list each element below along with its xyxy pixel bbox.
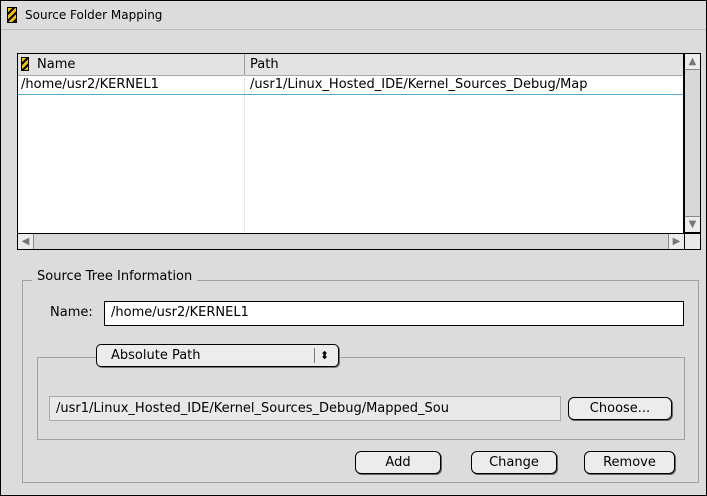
table-row[interactable]: /home/usr2/KERNEL1 /usr1/Linux_Hosted_ID… xyxy=(18,76,683,95)
row-name-cell: /home/usr2/KERNEL1 xyxy=(21,77,159,92)
name-input[interactable]: /home/usr2/KERNEL1 xyxy=(104,301,684,326)
source-tree-group-label: Source Tree Information xyxy=(32,269,198,284)
column-header-path[interactable]: Path xyxy=(250,57,279,72)
horizontal-scrollbar[interactable]: ◀ ▶ xyxy=(17,233,685,250)
title-bar[interactable]: Source Folder Mapping xyxy=(1,1,706,30)
choose-button[interactable]: Choose... xyxy=(568,397,672,420)
table-header: Name Path xyxy=(18,54,683,76)
path-type-value: Absolute Path xyxy=(111,348,201,363)
scroll-left-arrow-icon[interactable]: ◀ xyxy=(18,234,34,249)
vertical-scrollbar[interactable]: ▲ ▼ xyxy=(684,53,701,233)
scroll-down-arrow-icon[interactable]: ▼ xyxy=(685,216,700,232)
column-divider[interactable] xyxy=(244,54,245,75)
name-field-label: Name: xyxy=(50,305,93,320)
add-button[interactable]: Add xyxy=(355,451,441,474)
row-path-cell: /usr1/Linux_Hosted_IDE/Kernel_Sources_De… xyxy=(250,77,588,92)
scroll-up-arrow-icon[interactable]: ▲ xyxy=(685,54,700,70)
scroll-right-arrow-icon[interactable]: ▶ xyxy=(668,234,684,249)
path-display-field: /usr1/Linux_Hosted_IDE/Kernel_Sources_De… xyxy=(49,396,561,421)
column-divider-line xyxy=(244,75,245,233)
source-folder-mapping-window: Source Folder Mapping Name Path /home/us… xyxy=(0,0,707,496)
window-title: Source Folder Mapping xyxy=(25,8,163,22)
mapping-table: Name Path /home/usr2/KERNEL1 /usr1/Linux… xyxy=(17,53,684,249)
grip-icon xyxy=(7,7,17,23)
updown-arrow-icon: ⬍ xyxy=(314,348,334,363)
scroll-corner xyxy=(684,233,701,250)
path-type-select[interactable]: Absolute Path ⬍ xyxy=(96,344,339,367)
column-header-name[interactable]: Name xyxy=(37,57,75,72)
column-grip-icon xyxy=(21,57,29,71)
change-button[interactable]: Change xyxy=(471,451,557,474)
remove-button[interactable]: Remove xyxy=(584,451,675,474)
